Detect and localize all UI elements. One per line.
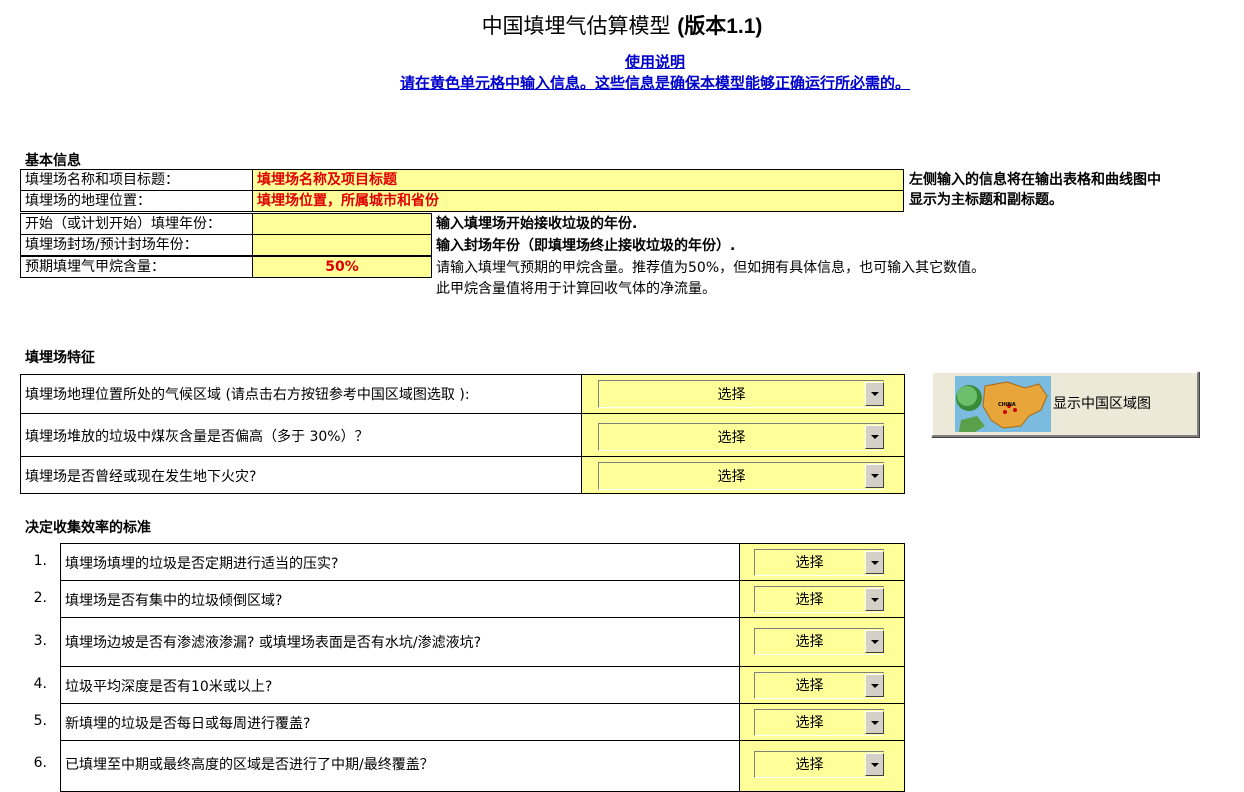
- select-value: 选择: [795, 678, 824, 694]
- divider: [739, 580, 905, 581]
- select-underground-fire[interactable]: 选择: [598, 462, 884, 490]
- divider: [739, 617, 905, 618]
- chevron-down-icon[interactable]: [865, 551, 884, 574]
- instructions-link[interactable]: 使用说明: [0, 51, 1244, 72]
- question-underground-fire: 填埋场是否曾经或现在发生地下火灾?: [25, 469, 257, 485]
- title-text: 中国填埋气估算模型: [481, 14, 671, 38]
- chevron-down-icon[interactable]: [865, 464, 884, 488]
- label-landfill-name: 填埋场名称和项目标题：: [20, 169, 253, 191]
- question-waste-depth: 垃圾平均深度是否有10米或以上?: [65, 679, 273, 695]
- input-methane-content[interactable]: 50%: [252, 256, 432, 278]
- select-dumping-area[interactable]: 选择: [754, 586, 884, 613]
- title-version: (版本1.1): [677, 15, 763, 38]
- question-leachate: 填埋场边坡是否有渗滤液渗漏? 或填埋场表面是否有水坑/渗滤液坑?: [65, 635, 482, 651]
- input-landfill-location[interactable]: 填埋场位置，所属城市和省份: [252, 190, 904, 212]
- chevron-down-icon[interactable]: [865, 711, 884, 734]
- select-leachate[interactable]: 选择: [754, 628, 884, 655]
- select-value: 选择: [795, 634, 824, 650]
- note-methane-line1: 请输入填埋气预期的甲烷含量。推荐值为50%，但如拥有具体信息，也可输入其它数值。: [436, 260, 986, 276]
- label-start-year: 开始（或计划开始）填埋年份：: [20, 213, 253, 235]
- select-value: 选择: [795, 757, 824, 773]
- row-number: 1.: [33, 553, 47, 569]
- select-compaction[interactable]: 选择: [754, 549, 884, 576]
- note-close-year: 输入封场年份（即填埋场终止接收垃圾的年份）.: [436, 238, 736, 254]
- section-basic-info: 基本信息: [25, 153, 81, 169]
- select-value: 选择: [795, 555, 824, 571]
- china-map-icon: CHINA: [955, 376, 1051, 432]
- page-title: 中国填埋气估算模型 (版本1.1): [0, 10, 1244, 40]
- row-number: 2.: [33, 590, 47, 606]
- select-value: 选择: [717, 430, 746, 446]
- chevron-down-icon[interactable]: [865, 425, 884, 449]
- question-coal-ash: 填埋场堆放的垃圾中煤灰含量是否偏高（多于 30%）？: [25, 429, 369, 445]
- map-button-label: 显示中国区域图: [1053, 396, 1151, 412]
- select-daily-cover[interactable]: 选择: [754, 709, 884, 736]
- divider: [739, 666, 905, 667]
- select-value: 选择: [795, 592, 824, 608]
- select-climate-zone[interactable]: 选择: [598, 380, 884, 408]
- chevron-down-icon[interactable]: [865, 382, 884, 406]
- select-coal-ash[interactable]: 选择: [598, 423, 884, 451]
- question-climate-zone: 填埋场地理位置所处的气候区域 (请点击右方按钮参考中国区域图选取 ):: [25, 387, 470, 403]
- chevron-down-icon[interactable]: [865, 674, 884, 697]
- note-methane-line2: 此甲烷含量值将用于计算回收气体的净流量。: [436, 281, 716, 297]
- divider: [739, 703, 905, 704]
- input-close-year[interactable]: [252, 234, 432, 256]
- select-final-cover[interactable]: 选择: [754, 751, 884, 778]
- map-country-label: CHINA: [998, 402, 1016, 408]
- select-value: 选择: [717, 387, 746, 403]
- divider: [581, 456, 905, 457]
- note-title-line2: 显示为主标题和副标题。: [909, 192, 1063, 208]
- label-landfill-location: 填埋场的地理位置：: [20, 190, 253, 212]
- row-number: 3.: [33, 633, 47, 649]
- show-china-map-button[interactable]: CHINA 显示中国区域图: [931, 371, 1199, 437]
- input-landfill-name[interactable]: 填埋场名称及项目标题: [252, 169, 904, 191]
- note-start-year: 输入填埋场开始接收垃圾的年份.: [436, 216, 638, 232]
- divider: [581, 413, 905, 414]
- chevron-down-icon[interactable]: [865, 588, 884, 611]
- row-number: 5.: [33, 713, 47, 729]
- select-value: 选择: [795, 715, 824, 731]
- row-number: 6.: [33, 755, 47, 771]
- divider: [739, 740, 905, 741]
- question-dumping-area: 填埋场是否有集中的垃圾倾倒区域?: [65, 593, 283, 609]
- question-compaction: 填埋场填埋的垃圾是否定期进行适当的压实?: [65, 556, 339, 572]
- section-efficiency: 决定收集效率的标准: [25, 520, 151, 536]
- question-daily-cover: 新填埋的垃圾是否每日或每周进行覆盖?: [65, 716, 311, 732]
- chevron-down-icon[interactable]: [865, 753, 884, 776]
- question-final-cover: 已填埋至中期或最终高度的区域是否进行了中期/最终覆盖？: [65, 757, 434, 773]
- row-number: 4.: [33, 676, 47, 692]
- label-close-year: 填埋场封场/预计封场年份：: [20, 234, 253, 256]
- note-title-line1: 左侧输入的信息将在输出表格和曲线图中: [909, 172, 1161, 188]
- chevron-down-icon[interactable]: [865, 630, 884, 653]
- select-waste-depth[interactable]: 选择: [754, 672, 884, 699]
- input-start-year[interactable]: [252, 213, 432, 235]
- instructions-text[interactable]: 请在黄色单元格中输入信息。这些信息是确保本模型能够正确运行所必需的。: [0, 72, 1244, 93]
- label-methane-content: 预期填埋气甲烷含量：: [20, 256, 253, 278]
- section-characteristics: 填埋场特征: [25, 350, 95, 366]
- select-value: 选择: [717, 469, 746, 485]
